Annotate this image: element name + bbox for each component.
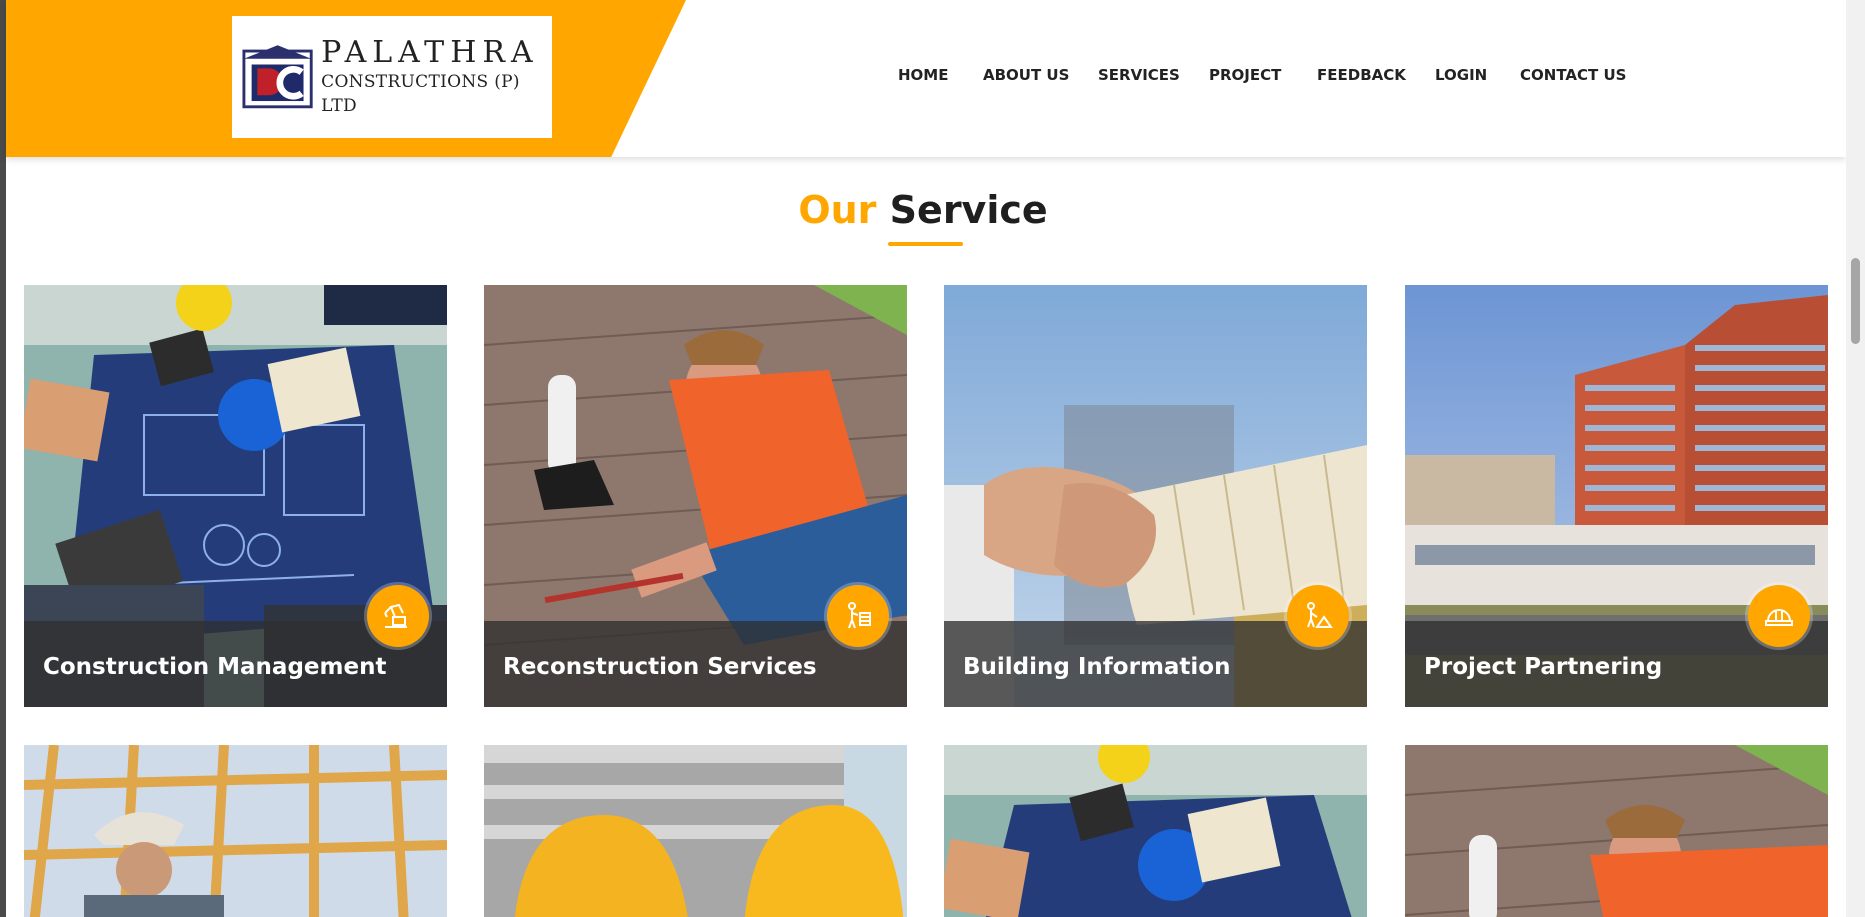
service-card[interactable] [1405,745,1828,917]
service-card[interactable] [24,745,447,917]
nav-about-us[interactable]: ABOUT US [983,66,1069,84]
nav-login[interactable]: LOGIN [1435,66,1487,84]
service-card[interactable] [484,745,907,917]
service-card-building-information[interactable]: Building Information [944,285,1367,707]
nav-services[interactable]: SERVICES [1098,66,1180,84]
worker-sand-icon [1287,585,1349,647]
hard-hat-icon [1748,585,1810,647]
service-card-reconstruction-services[interactable]: Reconstruction Services [484,285,907,707]
nav-home[interactable]: HOME [898,66,948,84]
section-title-accent: Our [798,188,877,232]
service-card-title: Reconstruction Services [503,654,817,680]
service-card-title: Project Partnering [1424,654,1663,680]
hardhats-building-photo [484,745,907,917]
wood-frame-worker-photo [24,745,447,917]
site-header: PALATHRA CONSTRUCTIONS (P) LTD HOME ABOU… [6,0,1846,157]
service-card-title: Construction Management [43,654,387,680]
nav-feedback[interactable]: FEEDBACK [1317,66,1406,84]
main-nav: HOME ABOUT US SERVICES PROJECT FEEDBACK … [6,0,1846,157]
nav-contact-us[interactable]: CONTACT US [1520,66,1626,84]
scrollbar-thumb[interactable] [1851,258,1860,344]
section-title-main: Service [889,188,1048,232]
service-card-construction-management[interactable]: Construction Management [24,285,447,707]
roof-worker-photo [1405,745,1828,917]
service-card-project-partnering[interactable]: Project Partnering [1405,285,1828,707]
service-card[interactable] [944,745,1367,917]
builder-wall-icon [827,585,889,647]
nav-project[interactable]: PROJECT [1209,66,1281,84]
page-scrollbar[interactable] [1846,0,1865,917]
title-underline [888,242,963,246]
service-card-title: Building Information [963,654,1231,680]
blueprint-meeting-photo [944,745,1367,917]
section-title: Our Service [0,186,1846,234]
excavator-icon [367,585,429,647]
